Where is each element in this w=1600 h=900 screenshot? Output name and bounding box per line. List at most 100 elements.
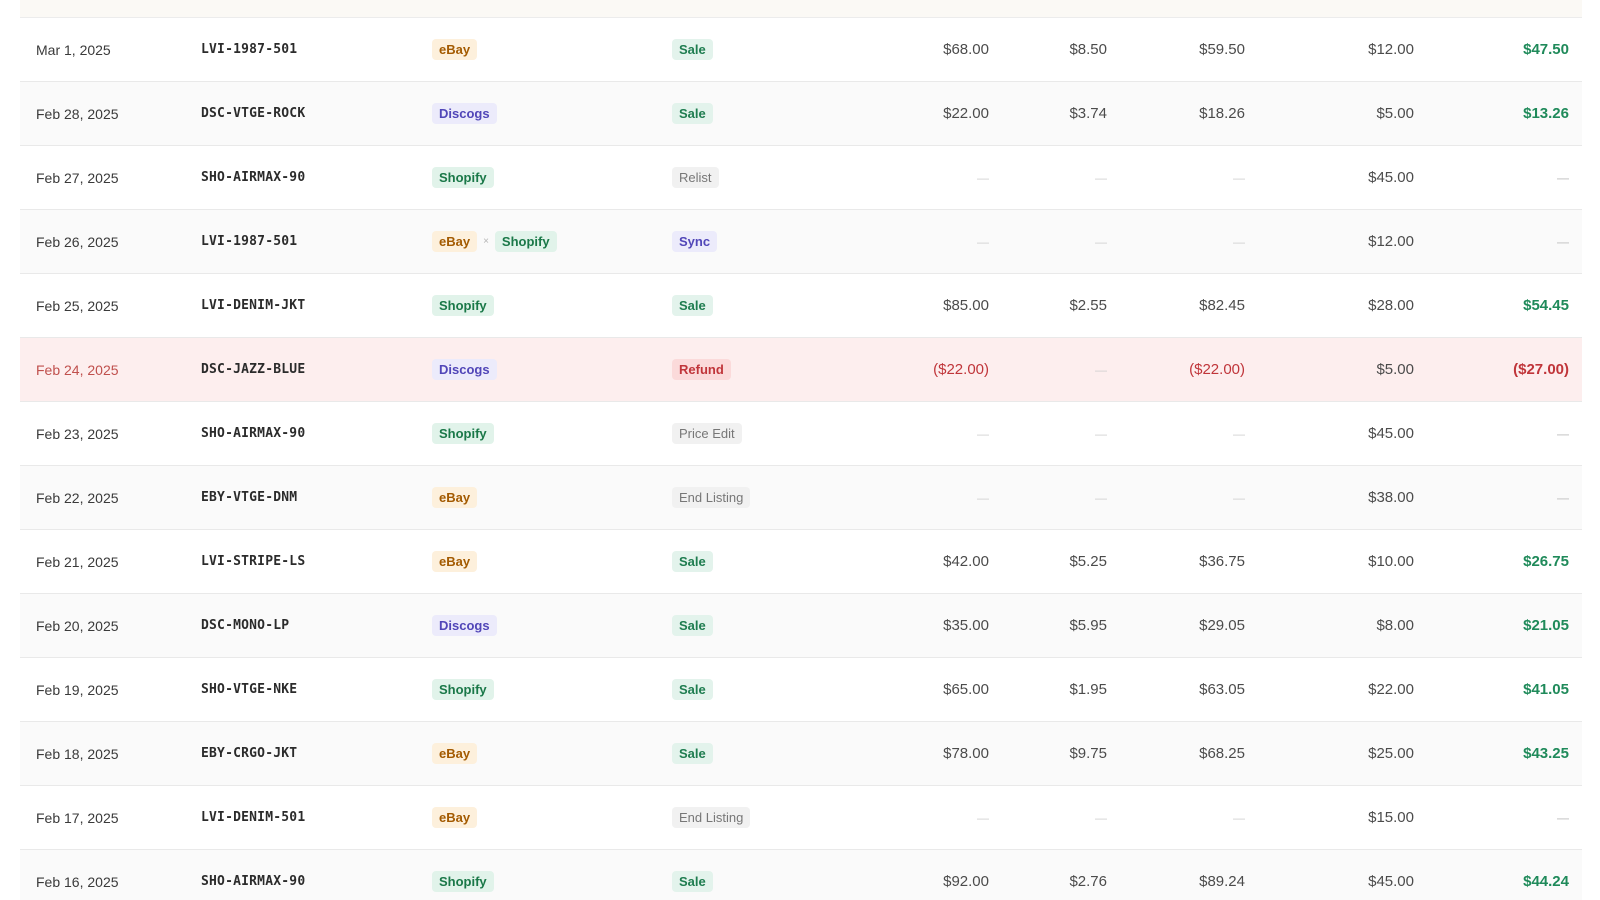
row-fee: — (1095, 170, 1107, 185)
table-row[interactable]: Feb 19, 2025 SHO-VTGE-NKE Shopify Sale $65.0… (20, 658, 1582, 722)
row-sku: SHO-VTGE-NKE (201, 682, 298, 697)
row-net: $59.50 (1199, 41, 1245, 58)
table-row[interactable]: Feb 22, 2025 EBY-VTGE-DNM eBay End Listing —… (20, 466, 1582, 530)
row-fee: $3.74 (1069, 105, 1107, 122)
row-type: Relist (672, 146, 719, 209)
row-channels: Shopify (432, 146, 494, 209)
row-cogs: $38.00 (1368, 489, 1414, 506)
row-net: — (1233, 170, 1245, 185)
row-date: Mar 1, 2025 (36, 41, 111, 58)
table-row[interactable]: Feb 23, 2025 SHO-AIRMAX-90 Shopify Price Ed… (20, 402, 1582, 466)
row-gross: $78.00 (943, 745, 989, 762)
row-fee: $9.75 (1069, 745, 1107, 762)
row-gross: — (977, 234, 989, 249)
row-profit: $26.75 (1523, 553, 1569, 570)
table-row[interactable]: Feb 27, 2025 SHO-AIRMAX-90 Shopify Relist — —… (20, 146, 1582, 210)
row-date: Feb 25, 2025 (36, 297, 119, 314)
row-cogs: $12.00 (1368, 41, 1414, 58)
row-net: $63.05 (1199, 681, 1245, 698)
row-gross: $68.00 (943, 41, 989, 58)
row-cogs: $15.00 (1368, 809, 1414, 826)
row-net: — (1233, 234, 1245, 249)
row-channels: eBay (432, 722, 478, 785)
channel-badge: Shopify (432, 871, 494, 892)
row-type: Sale (672, 850, 713, 900)
row-type: Sale (672, 274, 713, 337)
row-profit: — (1557, 170, 1569, 185)
row-date: Feb 24, 2025 (36, 361, 119, 378)
row-gross: — (977, 170, 989, 185)
row-date: Feb 20, 2025 (36, 617, 119, 634)
row-net: $18.26 (1199, 105, 1245, 122)
table-row[interactable]: Feb 18, 2025 EBY-CRGO-JKT eBay Sale $78.00 $9… (20, 722, 1582, 786)
channel-badge: Shopify (432, 679, 494, 700)
type-badge: Sale (672, 743, 713, 764)
row-date: Feb 23, 2025 (36, 425, 119, 442)
row-date: Feb 22, 2025 (36, 489, 119, 506)
row-cogs: $22.00 (1368, 681, 1414, 698)
row-channels: Shopify (432, 850, 494, 900)
transactions-table: Mar 1, 2025 LVI-1987-501 eBay Sale $68.00 $8.… (20, 0, 1582, 900)
row-date: Feb 27, 2025 (36, 169, 119, 186)
row-type: Sync (672, 210, 718, 273)
channel-badge: Shopify (494, 231, 557, 252)
type-badge: Price Edit (672, 423, 742, 444)
type-badge: Sale (672, 295, 713, 316)
row-gross: ($22.00) (933, 361, 989, 378)
channel-badge: Shopify (432, 423, 494, 444)
row-channels: eBay (432, 786, 478, 849)
type-badge: Sale (672, 103, 713, 124)
type-badge: End Listing (672, 487, 751, 508)
row-cogs: $45.00 (1368, 873, 1414, 890)
type-badge: Relist (672, 167, 719, 188)
row-cogs: $25.00 (1368, 745, 1414, 762)
table-row[interactable]: Feb 17, 2025 LVI-DENIM-501 eBay End Listing… (20, 786, 1582, 850)
row-fee: $8.50 (1069, 41, 1107, 58)
row-gross: $22.00 (943, 105, 989, 122)
row-profit: $41.05 (1523, 681, 1569, 698)
row-gross: $85.00 (943, 297, 989, 314)
table-row[interactable]: Feb 26, 2025 LVI-1987-501 eBay × Shopify Sync… (20, 210, 1582, 274)
table-row[interactable]: Feb 21, 2025 LVI-STRIPE-LS eBay Sale $42.00 $… (20, 530, 1582, 594)
table-row[interactable]: Mar 1, 2025 LVI-1987-501 eBay Sale $68.00 $8.… (20, 18, 1582, 82)
row-sku: LVI-DENIM-501 (201, 810, 306, 825)
row-gross: $42.00 (943, 553, 989, 570)
row-type: Sale (672, 82, 713, 145)
row-gross: — (977, 810, 989, 825)
row-fee: $5.25 (1069, 553, 1107, 570)
row-profit: $44.24 (1523, 873, 1569, 890)
row-profit: ($27.00) (1513, 361, 1569, 378)
type-badge: Sale (672, 39, 713, 60)
table-row[interactable]: Feb 28, 2025 DSC-VTGE-ROCK Discogs Sale $22.… (20, 82, 1582, 146)
row-fee: — (1095, 426, 1107, 441)
row-channels: eBay (432, 530, 478, 593)
row-channels: Discogs (432, 338, 497, 401)
ledger-view: Mar 1, 2025 LVI-1987-501 eBay Sale $68.00 $8.… (0, 0, 1600, 900)
table-row[interactable]: Feb 25, 2025 LVI-DENIM-JKT Shopify Sale $85.… (20, 274, 1582, 338)
table-row[interactable]: Feb 24, 2025 DSC-JAZZ-BLUE Discogs Refund ($… (20, 338, 1582, 402)
row-date: Feb 21, 2025 (36, 553, 119, 570)
row-fee: $1.95 (1069, 681, 1107, 698)
row-profit: $54.45 (1523, 297, 1569, 314)
row-sku: DSC-MONO-LP (201, 618, 290, 633)
table-row[interactable]: Feb 16, 2025 SHO-AIRMAX-90 Shopify Sale $92.… (20, 850, 1582, 900)
row-channels: Discogs (432, 594, 497, 657)
row-net: $36.75 (1199, 553, 1245, 570)
row-gross: $65.00 (943, 681, 989, 698)
channel-badge: Discogs (432, 103, 497, 124)
row-sku: SHO-AIRMAX-90 (201, 170, 306, 185)
type-badge: Sync (672, 231, 718, 252)
channel-badge: Discogs (432, 615, 497, 636)
row-sku: LVI-1987-501 (201, 234, 298, 249)
row-cogs: $45.00 (1368, 169, 1414, 186)
row-profit: — (1557, 490, 1569, 505)
row-channels: eBay × Shopify (432, 210, 557, 273)
row-date: Feb 18, 2025 (36, 745, 119, 762)
row-profit: — (1557, 426, 1569, 441)
row-type: End Listing (672, 786, 751, 849)
type-badge: Refund (672, 359, 731, 380)
row-date: Feb 17, 2025 (36, 809, 119, 826)
row-net: ($22.00) (1189, 361, 1245, 378)
table-row[interactable]: Feb 20, 2025 DSC-MONO-LP Discogs Sale $35.00… (20, 594, 1582, 658)
row-net: — (1233, 810, 1245, 825)
